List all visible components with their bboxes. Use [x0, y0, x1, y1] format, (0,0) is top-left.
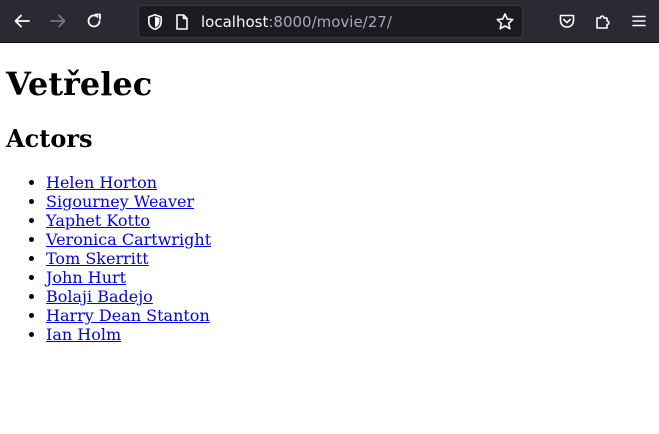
list-item: Veronica Cartwright — [46, 230, 211, 249]
actors-list: Helen Horton Sigourney Weaver Yaphet Kot… — [0, 173, 211, 344]
url-host: localhost — [201, 13, 269, 31]
browser-toolbar: localhost:8000/movie/27/ — [0, 0, 659, 43]
list-item: Harry Dean Stanton — [46, 306, 211, 325]
address-bar[interactable]: localhost:8000/movie/27/ — [138, 5, 523, 38]
hamburger-menu-icon — [632, 15, 646, 27]
pocket-button[interactable] — [552, 6, 582, 36]
shield-icon[interactable] — [146, 13, 164, 31]
arrow-left-icon — [14, 14, 30, 28]
actor-link[interactable]: Bolaji Badejo — [46, 287, 153, 306]
menu-button[interactable] — [624, 6, 654, 36]
list-item: Tom Skerritt — [46, 249, 211, 268]
actors-heading: Actors — [6, 124, 93, 153]
reload-icon — [87, 13, 101, 28]
actor-link[interactable]: Tom Skerritt — [46, 249, 149, 268]
list-item: Ian Holm — [46, 325, 211, 344]
actor-link[interactable]: Yaphet Kotto — [46, 211, 150, 230]
actor-link[interactable]: Ian Holm — [46, 325, 121, 344]
actor-link[interactable]: Veronica Cartwright — [46, 230, 211, 249]
list-item: John Hurt — [46, 268, 211, 287]
page-icon[interactable] — [173, 13, 191, 31]
list-item: Sigourney Weaver — [46, 192, 211, 211]
back-button[interactable] — [7, 6, 37, 36]
extensions-button[interactable] — [588, 6, 618, 36]
url-path: :8000/movie/27/ — [268, 13, 392, 31]
forward-button[interactable] — [43, 6, 73, 36]
actor-link[interactable]: Helen Horton — [46, 173, 157, 192]
actor-link[interactable]: Harry Dean Stanton — [46, 306, 210, 325]
arrow-right-icon — [50, 14, 66, 28]
list-item: Yaphet Kotto — [46, 211, 211, 230]
pocket-icon — [559, 14, 575, 28]
url-text[interactable]: localhost:8000/movie/27/ — [201, 13, 392, 31]
star-icon[interactable] — [495, 12, 515, 32]
reload-button[interactable] — [79, 6, 109, 36]
page-content: Vetřelec Actors Helen Horton Sigourney W… — [0, 44, 659, 434]
list-item: Bolaji Badejo — [46, 287, 211, 306]
actor-link[interactable]: John Hurt — [46, 268, 126, 287]
puzzle-icon — [596, 15, 610, 29]
page-title: Vetřelec — [6, 65, 153, 103]
actor-link[interactable]: Sigourney Weaver — [46, 192, 194, 211]
list-item: Helen Horton — [46, 173, 211, 192]
